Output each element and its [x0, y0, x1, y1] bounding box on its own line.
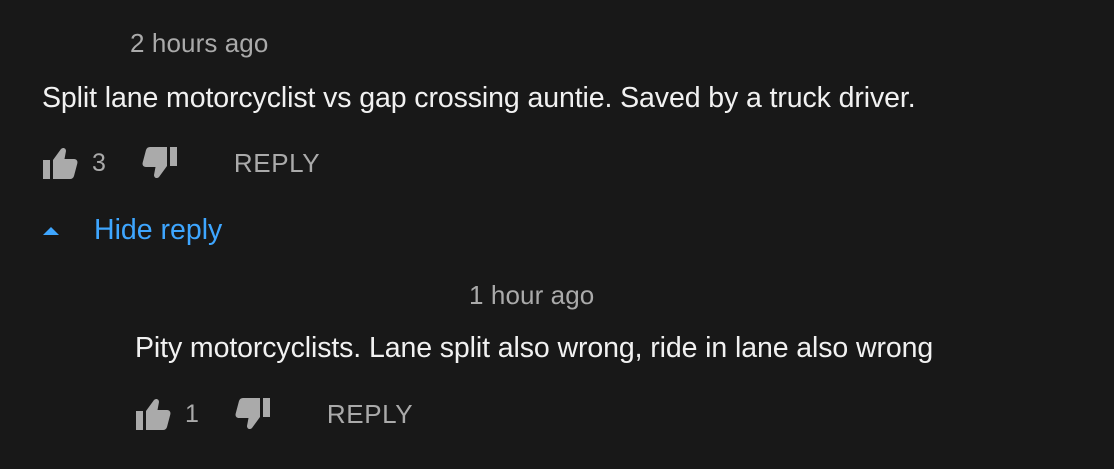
comment-text: Split lane motorcyclist vs gap crossing …: [42, 82, 916, 114]
reply-button[interactable]: REPLY: [327, 399, 413, 430]
hide-replies-toggle[interactable]: Hide reply: [42, 210, 222, 250]
reply-action-bar: 1 REPLY: [135, 396, 413, 432]
dislike-button[interactable]: [142, 146, 178, 180]
thumbs-down-icon: [142, 147, 177, 179]
like-button[interactable]: [135, 397, 171, 431]
thumbs-up-icon: [136, 398, 171, 430]
comment-header: 2 hours ago: [130, 28, 268, 58]
like-button[interactable]: [42, 146, 78, 180]
caret-up-icon: [43, 227, 59, 235]
hide-replies-label: Hide reply: [94, 213, 223, 246]
like-count: 3: [92, 148, 106, 177]
reply-header: 1 hour ago: [469, 280, 594, 310]
comment-action-bar: 3 REPLY: [42, 145, 320, 181]
reply-button[interactable]: REPLY: [234, 148, 320, 179]
thumbs-up-icon: [43, 147, 78, 179]
reply-text: Pity motorcyclists. Lane split also wron…: [135, 332, 934, 364]
comment-timestamp[interactable]: 2 hours ago: [130, 28, 268, 59]
reply-timestamp[interactable]: 1 hour ago: [469, 280, 594, 311]
dislike-button[interactable]: [235, 397, 271, 431]
thumbs-down-icon: [235, 398, 270, 430]
like-count: 1: [185, 399, 199, 428]
